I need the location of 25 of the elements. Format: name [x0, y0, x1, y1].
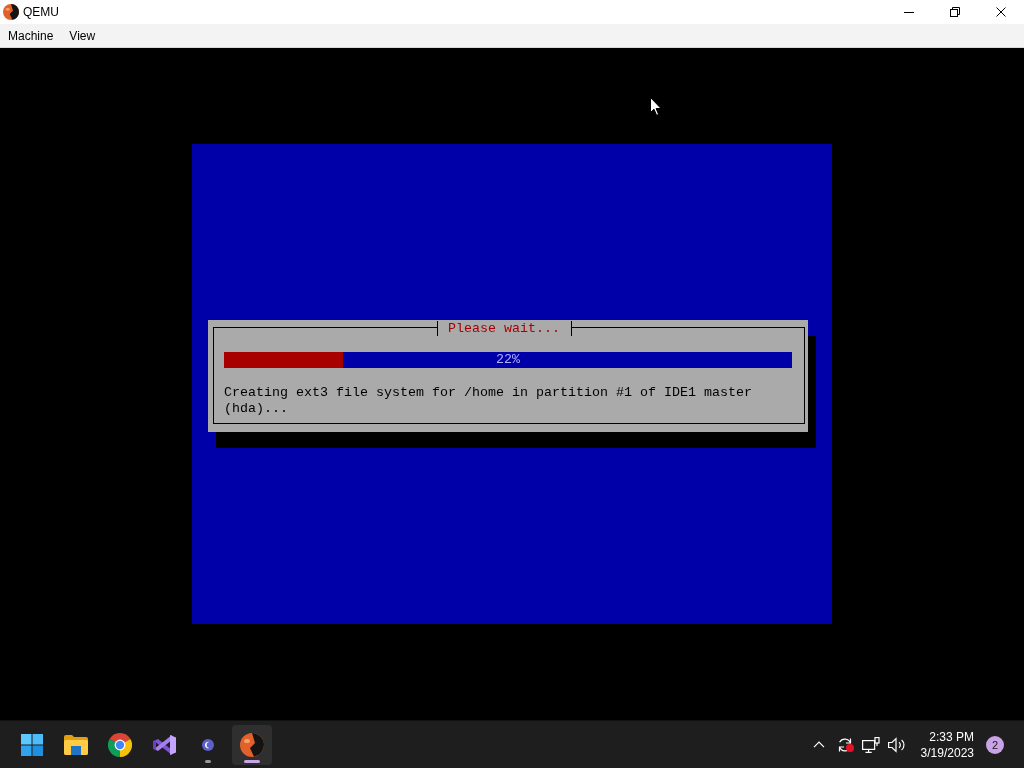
- round-logo-icon: [3, 4, 19, 20]
- taskbar-button[interactable]: [232, 724, 272, 765]
- chevron-up-icon[interactable]: [812, 741, 825, 748]
- status-dot-icon: [845, 743, 854, 752]
- menu-item[interactable]: View: [61, 25, 104, 46]
- menu-item[interactable]: Machine: [0, 25, 62, 46]
- speaker-icon[interactable]: [887, 736, 906, 753]
- crescent-logo-icon: [202, 738, 214, 751]
- progress-percent: 22%: [496, 352, 520, 368]
- dialog-title: Please wait...: [437, 321, 572, 336]
- notification-badge[interactable]: 2: [986, 735, 1004, 754]
- ribbon-logo-icon: [152, 734, 176, 755]
- ring-logo-icon: [108, 732, 132, 757]
- window-title: QEMU: [23, 5, 59, 19]
- restore-icon: [950, 7, 960, 17]
- mouse-pointer-icon: [650, 97, 662, 116]
- minimize-icon: [904, 11, 914, 13]
- round-logo-icon: [240, 732, 264, 757]
- four-squares-icon: [21, 733, 43, 756]
- monitor-icon[interactable]: [861, 736, 880, 753]
- folder-icon: [64, 734, 88, 755]
- status-message: Creating ext3 file system for /home in partition #1 of IDE1 master (hda)...: [224, 385, 753, 417]
- sync-icon[interactable]: [836, 736, 853, 753]
- close-icon: [996, 7, 1006, 17]
- clock-button[interactable]: 2:33 PM 3/19/2023: [914, 724, 980, 765]
